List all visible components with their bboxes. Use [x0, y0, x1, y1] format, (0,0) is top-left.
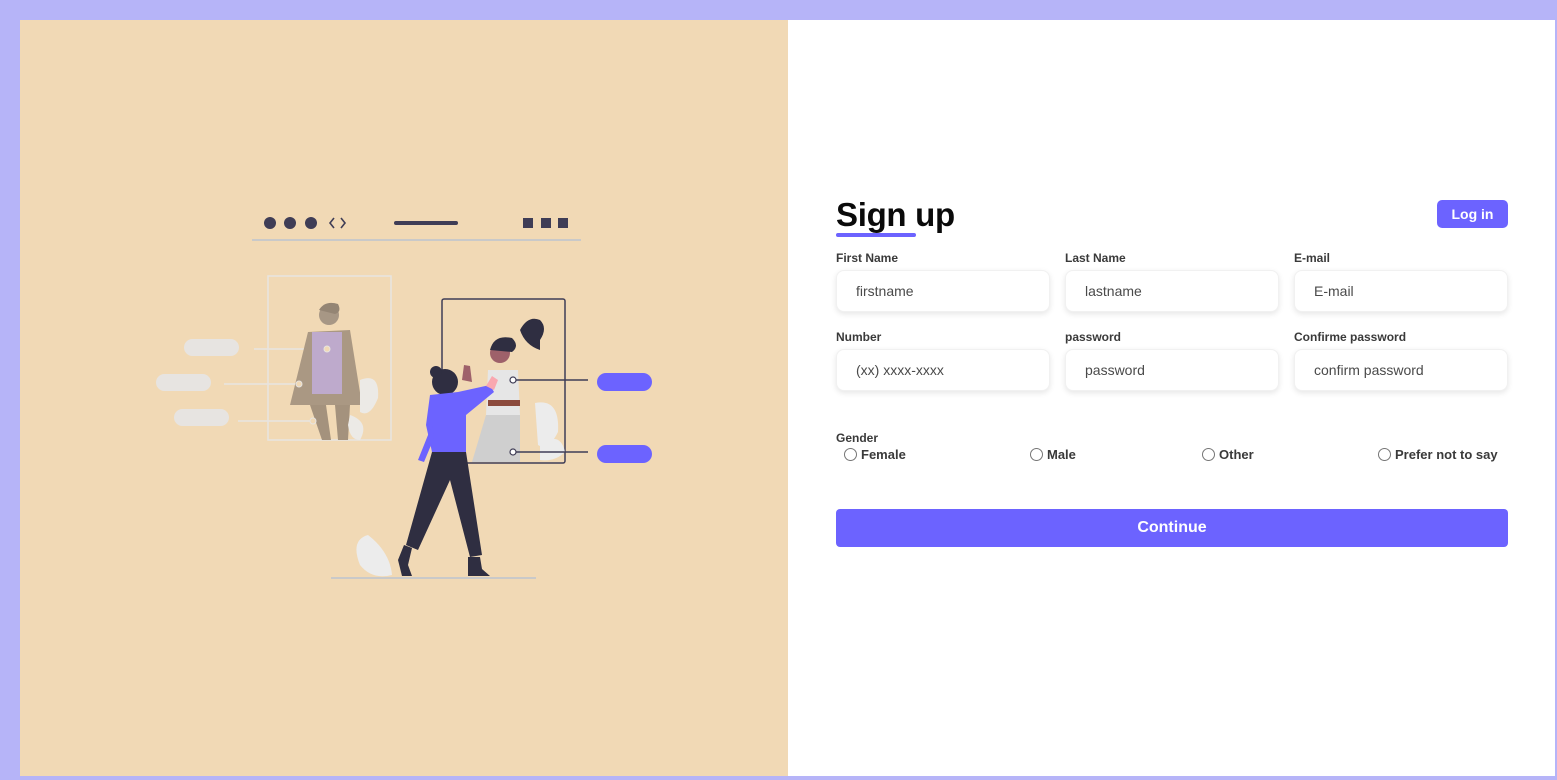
email-label: E-mail: [1294, 251, 1331, 265]
gender-option-other[interactable]: Other: [1202, 447, 1254, 462]
app-frame: Sign up Log in First Name Last Name E-ma…: [20, 20, 1555, 776]
confirm-password-field: Confirme password: [1294, 331, 1508, 391]
female-radio[interactable]: [844, 448, 857, 461]
gender-group: Gender Female Male Other Prefer not to s…: [836, 431, 1508, 469]
password-label: password: [1065, 330, 1122, 344]
gender-options: Female Male Other Prefer not to say: [836, 447, 1508, 469]
gender-option-male[interactable]: Male: [1030, 447, 1076, 462]
number-field: Number: [836, 331, 1050, 391]
email-field: E-mail: [1294, 252, 1508, 312]
login-button[interactable]: Log in: [1437, 200, 1508, 228]
browser-bar-graphic: [252, 217, 581, 241]
input-grid: First Name Last Name E-mail Number passw…: [836, 252, 1508, 391]
faded-profile-card: [156, 275, 392, 441]
gender-option-prefer-not-to-say[interactable]: Prefer not to say: [1378, 447, 1498, 462]
password-input[interactable]: [1065, 349, 1279, 391]
signup-form: Sign up Log in First Name Last Name E-ma…: [836, 196, 1508, 547]
prefer-not-to-say-radio[interactable]: [1378, 448, 1391, 461]
last-name-label: Last Name: [1065, 251, 1126, 265]
signup-panel: Sign up Log in First Name Last Name E-ma…: [788, 20, 1555, 776]
gender-option-female[interactable]: Female: [844, 447, 906, 462]
form-header: Sign up Log in: [836, 196, 1508, 238]
female-label: Female: [861, 447, 906, 462]
continue-button[interactable]: Continue: [836, 509, 1508, 547]
last-name-field: Last Name: [1065, 252, 1279, 312]
gender-label: Gender: [836, 431, 879, 445]
male-radio[interactable]: [1030, 448, 1043, 461]
title-underline: [836, 233, 916, 237]
confirm-password-label: Confirme password: [1294, 330, 1407, 344]
male-label: Male: [1047, 447, 1076, 462]
illustration-panel: [20, 20, 788, 776]
number-input[interactable]: [836, 349, 1050, 391]
password-field: password: [1065, 331, 1279, 391]
confirm-password-input[interactable]: [1294, 349, 1508, 391]
email-input[interactable]: [1294, 270, 1508, 312]
profile-card: [441, 298, 652, 464]
signup-illustration: [156, 217, 652, 579]
number-label: Number: [836, 330, 882, 344]
page-title: Sign up: [836, 196, 955, 233]
first-name-label: First Name: [836, 251, 899, 265]
last-name-input[interactable]: [1065, 270, 1279, 312]
other-label: Other: [1219, 447, 1254, 462]
first-name-field: First Name: [836, 252, 1050, 312]
first-name-input[interactable]: [836, 270, 1050, 312]
other-radio[interactable]: [1202, 448, 1215, 461]
prefer-not-to-say-label: Prefer not to say: [1395, 447, 1498, 462]
